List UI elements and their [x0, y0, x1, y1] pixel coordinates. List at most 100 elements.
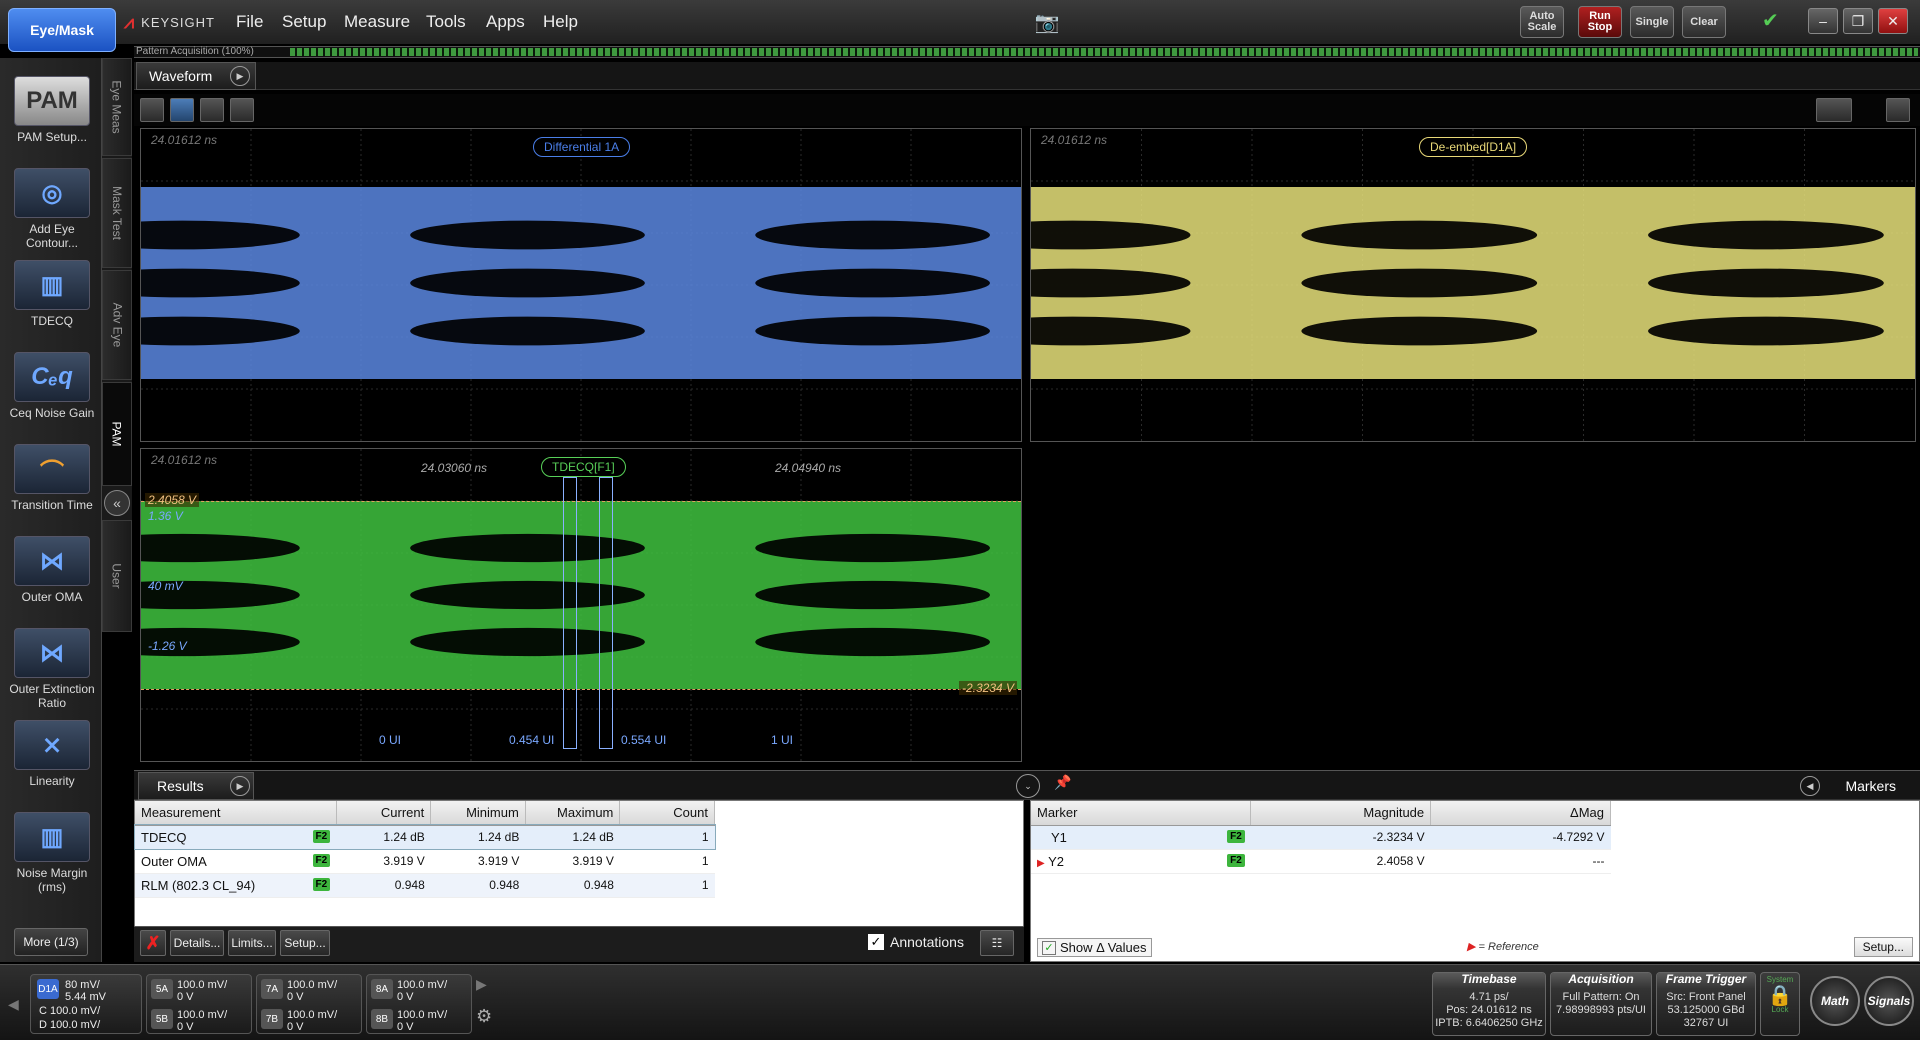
noise-margin-tool[interactable]: ▥ Noise Margin (rms) [6, 812, 98, 894]
markers-setup-button[interactable]: Setup... [1853, 937, 1913, 957]
channel-scale: 100.0 mV/ [177, 979, 228, 991]
tab-mask-test[interactable]: Mask Test [102, 158, 132, 268]
acquisition-panel[interactable]: Acquisition Full Pattern: On 7.98998993 … [1550, 972, 1652, 1036]
camera-icon[interactable]: 📷 [1032, 10, 1062, 34]
auto-scale-button[interactable]: Auto Scale [1520, 6, 1564, 38]
channel-tag: 5A [151, 979, 173, 999]
measurement-name: Outer OMA F2 [135, 849, 337, 874]
more-tools-button[interactable]: More (1/3) [14, 928, 88, 956]
tdecq-window-right [599, 477, 613, 749]
signals-button[interactable]: Signals [1864, 976, 1914, 1026]
marker-name: ▶ Y2 F2 [1031, 849, 1251, 874]
col-marker[interactable]: Marker [1031, 801, 1252, 826]
layout-tiled-icon[interactable] [230, 98, 254, 122]
add-eye-contour-tool[interactable]: ◎ Add Eye Contour... [6, 168, 98, 250]
linearity-tool[interactable]: ⨯ Linearity [6, 720, 98, 788]
tab-eye-meas[interactable]: Eye Meas [102, 58, 132, 156]
system-lock-panel[interactable]: System 🔒 Lock [1760, 972, 1800, 1036]
col-magnitude[interactable]: Magnitude [1250, 801, 1432, 826]
layout-stacked-icon[interactable] [200, 98, 224, 122]
outer-oma-tool[interactable]: ⋈ Outer OMA [6, 536, 98, 604]
eye-opening [755, 268, 990, 298]
eye-opening [755, 580, 990, 610]
channels-prev-icon[interactable]: ◀ [8, 976, 28, 1032]
collapse-panel-icon[interactable]: « [104, 490, 130, 516]
frame-trigger-panel[interactable]: Frame Trigger Src: Front Panel 53.125000… [1656, 972, 1756, 1036]
plot-label[interactable]: TDECQ[F1] [541, 457, 626, 477]
table-row[interactable]: Y1 F2 -2.3234 V -4.7292 V [1031, 825, 1611, 850]
table-row[interactable]: Outer OMA F2 3.919 V 3.919 V 3.919 V 1 [135, 849, 715, 874]
plot-tdecq-f1[interactable]: 24.01612 ns TDECQ[F1] 24.03060 ns 24.049… [140, 448, 1022, 762]
linearity-icon: ⨯ [14, 720, 90, 770]
channel-7[interactable]: 7A 100.0 mV/ 0 V 7B 100.0 mV/ 0 V [256, 974, 362, 1034]
waveform-play-icon[interactable]: ▶ [230, 66, 250, 86]
panel-menu-icon[interactable] [1886, 98, 1910, 122]
show-delta-toggle[interactable]: ✓ Show Δ Values [1037, 938, 1152, 957]
menu-help[interactable]: Help [543, 10, 578, 34]
channel-tag: 5B [151, 1009, 173, 1029]
channels-next-icon[interactable]: ▶ [476, 976, 500, 1000]
markers-tab[interactable]: Markers [1800, 772, 1920, 800]
plot-differential-1a[interactable]: 24.01612 ns Differential 1A [140, 128, 1022, 442]
col-dmag[interactable]: ΔMag [1430, 801, 1611, 826]
menu-setup[interactable]: Setup [282, 10, 326, 34]
eye-opening [755, 220, 990, 250]
table-row[interactable]: RLM (802.3 CL_94) F2 0.948 0.948 0.948 1 [135, 873, 715, 898]
pin-icon[interactable]: 📌 [1054, 774, 1071, 791]
table-row[interactable]: TDECQ F2 1.24 dB 1.24 dB 1.24 dB 1 [134, 824, 716, 850]
col-count[interactable]: Count [619, 801, 715, 826]
transition-time-tool[interactable]: ⌒ Transition Time [6, 444, 98, 512]
outer-extinction-ratio-tool[interactable]: ⋈ Outer Extinction Ratio [6, 628, 98, 710]
marker-y1-line[interactable] [141, 689, 1021, 690]
col-maximum[interactable]: Maximum [525, 801, 621, 826]
collapse-results-icon[interactable]: ⌄ [1016, 774, 1040, 798]
clear-button[interactable]: Clear [1682, 6, 1726, 38]
tdecq-tool[interactable]: ▥ TDECQ [6, 260, 98, 328]
table-row[interactable]: ▶ Y2 F2 2.4058 V --- [1031, 849, 1611, 874]
limits-button[interactable]: Limits... [228, 930, 276, 956]
minimize-icon[interactable]: – [1808, 8, 1838, 34]
restore-icon[interactable]: ❐ [1843, 8, 1873, 34]
pam-setup-tool[interactable]: PAM PAM Setup... [6, 76, 98, 144]
close-icon[interactable]: ✕ [1878, 8, 1908, 34]
checkmark-status-icon[interactable]: ✔ [1762, 8, 1792, 34]
plot-label[interactable]: De-embed[D1A] [1419, 137, 1528, 157]
annotations-checkbox[interactable]: ✓ [868, 934, 884, 950]
tdecq-window-left [563, 477, 577, 749]
results-play-icon[interactable]: ▶ [230, 776, 250, 796]
ceq-noise-gain-tool[interactable]: Cₑq Ceq Noise Gain [6, 352, 98, 420]
menu-tools[interactable]: Tools [426, 10, 466, 34]
tool-label: Ceq Noise Gain [9, 406, 95, 420]
show-delta-checkbox[interactable]: ✓ [1042, 940, 1056, 955]
plot-de-embed-d1a[interactable]: 24.01612 ns De-embed[D1A] [1030, 128, 1916, 442]
table-layout-icon[interactable]: ☷ [980, 930, 1014, 956]
col-minimum[interactable]: Minimum [430, 801, 526, 826]
pan-zoom-icon[interactable] [1816, 98, 1852, 122]
channel-5[interactable]: 5A 100.0 mV/ 0 V 5B 100.0 mV/ 0 V [146, 974, 252, 1034]
menu-measure[interactable]: Measure [344, 10, 410, 34]
results-setup-button[interactable]: Setup... [280, 930, 330, 956]
eye-mask-mode-button[interactable]: Eye/Mask [8, 8, 116, 52]
channel-8[interactable]: 8A 100.0 mV/ 0 V 8B 100.0 mV/ 0 V [366, 974, 472, 1034]
delete-measurement-icon[interactable]: ✗ [140, 930, 166, 956]
tab-user[interactable]: User [102, 520, 132, 632]
layout-grid-icon[interactable] [170, 98, 194, 122]
channel-d1a[interactable]: D1A 80 mV/ 5.44 mV C 100.0 mV/ D 100.0 m… [30, 974, 142, 1034]
frame-trigger-rate: 53.125000 GBd [1667, 1004, 1745, 1016]
col-measurement[interactable]: Measurement [135, 801, 337, 826]
annotations-toggle[interactable]: ✓ Annotations [868, 934, 964, 950]
menu-file[interactable]: File [236, 10, 263, 34]
tab-pam[interactable]: PAM [102, 382, 132, 486]
marker-y2-line[interactable] [141, 501, 1021, 502]
plot-label[interactable]: Differential 1A [533, 137, 631, 157]
col-current[interactable]: Current [336, 801, 432, 826]
details-button[interactable]: Details... [170, 930, 224, 956]
timebase-panel[interactable]: Timebase 4.71 ps/ Pos: 24.01612 ns IPTB:… [1432, 972, 1546, 1036]
run-stop-button[interactable]: Run Stop [1578, 6, 1622, 38]
math-button[interactable]: Math [1810, 976, 1860, 1026]
gear-icon[interactable]: ⚙ [476, 1006, 500, 1030]
menu-apps[interactable]: Apps [486, 10, 525, 34]
single-button[interactable]: Single [1630, 6, 1674, 38]
tab-adv-eye[interactable]: Adv Eye [102, 270, 132, 380]
layout-single-icon[interactable] [140, 98, 164, 122]
